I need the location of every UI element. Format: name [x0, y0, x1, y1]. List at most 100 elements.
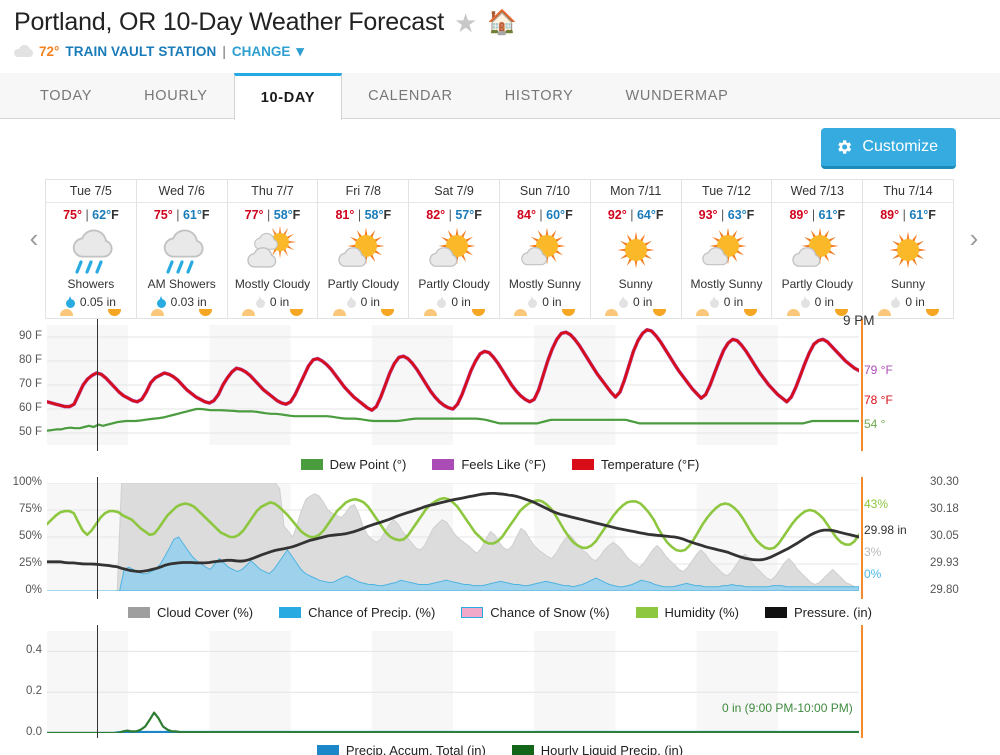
sun-markers	[863, 305, 953, 318]
axis-tick-left: 60 F	[18, 402, 42, 414]
change-station-link[interactable]: CHANGE	[232, 44, 291, 59]
day-low: 61°	[182, 208, 202, 222]
conditions-plot[interactable]	[47, 483, 859, 591]
axis-tick-right: 30.05	[930, 530, 959, 542]
tab-today[interactable]: TODAY	[14, 73, 118, 119]
tab-label: WUNDERMAP	[625, 88, 729, 104]
legend-item[interactable]: Pressure. (in)	[764, 605, 872, 620]
chart-annotation: 43%	[864, 497, 889, 511]
axis-tick-left: 90 F	[18, 330, 42, 342]
day-high: 82°	[426, 208, 446, 222]
toolbar: Customize	[0, 119, 1000, 179]
sunset-icon	[562, 309, 576, 316]
forecast-day-card[interactable]: Tue 7/12 93° | 63°F Mostly Sunny 0 in	[681, 180, 773, 318]
axis-tick-left: 70 F	[18, 378, 42, 390]
hover-cursor-line	[97, 319, 98, 451]
sunset-icon	[471, 309, 485, 316]
charts-area: 50 F 60 F 70 F 80 F 90 F 79 °F 78 °F 54 ° Dew …	[0, 319, 1000, 755]
chevron-down-icon[interactable]: ▾	[296, 42, 304, 60]
day-condition: AM Showers	[147, 277, 216, 291]
sun-markers	[137, 305, 227, 318]
day-high: 81°	[335, 208, 355, 222]
forecast-day-card[interactable]: Thu 7/14 89° | 61°F Sunny 0 in	[863, 180, 953, 318]
axis-tick-left: 80 F	[18, 354, 42, 366]
legend-item[interactable]: Precip. Accum. Total (in)	[316, 743, 486, 755]
day-name: Tue 7/5	[46, 180, 136, 203]
station-bar: 72° TRAIN VAULT STATION | CHANGE ▾	[14, 42, 1000, 60]
tab-label: HISTORY	[504, 88, 574, 104]
chart-annotation: 29.98 in	[864, 523, 907, 537]
axis-tick-left: 75%	[18, 503, 42, 515]
station-name[interactable]: TRAIN VAULT STATION	[65, 44, 216, 59]
day-name: Wed 7/6	[136, 180, 227, 203]
tab-10-day[interactable]: 10-DAY	[233, 73, 343, 120]
day-temperatures: 93° | 63°F	[698, 208, 755, 222]
sun-markers	[46, 305, 136, 318]
tab-label: CALENDAR	[368, 88, 453, 104]
sunrise-icon	[151, 309, 165, 316]
axis-tick-right: 30.18	[930, 503, 959, 515]
legend-item[interactable]: Feels Like (°F)	[432, 457, 546, 472]
customize-button[interactable]: Customize	[821, 128, 956, 169]
temp-unit: F	[474, 208, 482, 222]
legend-item[interactable]: Chance of Snow (%)	[461, 605, 610, 620]
tab-label: TODAY	[40, 88, 93, 104]
partly-cloudy-icon	[424, 224, 484, 276]
tab-calendar[interactable]: CALENDAR	[342, 73, 479, 119]
sunset-icon	[380, 309, 394, 316]
tab-history[interactable]: HISTORY	[479, 73, 600, 119]
legend-swatch	[635, 606, 658, 618]
legend-item[interactable]: Dew Point (°)	[300, 456, 407, 472]
sunny-icon	[606, 224, 666, 276]
temp-unit: F	[292, 208, 301, 222]
axis-tick-left: 25%	[18, 557, 42, 569]
hover-cursor-line	[97, 625, 98, 738]
temp-unit: F	[837, 208, 846, 222]
legend-swatch	[764, 606, 787, 618]
forecast-day-card[interactable]: Mon 7/11 92° | 64°F Sunny 0 in	[590, 180, 682, 318]
mostly-cloudy-icon	[242, 224, 302, 276]
legend-item[interactable]: Cloud Cover (%)	[128, 605, 253, 620]
axis-tick-right: 29.93	[930, 557, 959, 569]
tab-wundermap[interactable]: WUNDERMAP	[600, 73, 755, 119]
temperature-plot[interactable]	[47, 325, 859, 445]
forecast-day-card[interactable]: Sat 7/9 82° | 57°F Partly Cloudy 0 in	[409, 180, 500, 318]
next-days-arrow[interactable]: ›	[962, 223, 986, 254]
legend-swatch	[128, 606, 151, 618]
sunset-icon	[925, 309, 939, 316]
precipitation-plot[interactable]	[47, 631, 859, 733]
nav-tabs: TODAY HOURLY 10-DAY CALENDAR HISTORY WUNDERMA…	[0, 73, 1000, 120]
day-condition: Partly Cloudy	[418, 277, 490, 291]
day-low: 58°	[364, 208, 384, 222]
sunrise-icon	[332, 309, 346, 316]
axis-tick-right: 30.30	[930, 476, 959, 488]
forecast-day-card[interactable]: Thu 7/7 77° | 58°F Mostly Cloudy 0 in	[227, 180, 319, 318]
legend-label: Humidity (%)	[664, 604, 739, 620]
sunrise-icon	[514, 309, 528, 316]
conditions-chart: 0% 25% 50% 75% 100% 29.80 29.93 30.05 30.18 30.30…	[0, 476, 1000, 599]
forecast-day-card[interactable]: Sun 7/10 84° | 60°F Mostly Sunny 0 in	[499, 180, 591, 318]
home-icon[interactable]: 🏠	[487, 10, 517, 35]
partly-cloudy-icon	[787, 224, 847, 276]
star-icon[interactable]: ★	[454, 10, 477, 36]
forecast-day-card[interactable]: Tue 7/5 75° | 62°F Showers 0.05 in	[46, 180, 137, 318]
tab-hourly[interactable]: HOURLY	[118, 73, 234, 119]
forecast-day-card[interactable]: Wed 7/13 89° | 61°F Partly Cloudy 0 in	[772, 180, 864, 318]
legend-label: Dew Point (°)	[329, 456, 407, 472]
day-temperatures: 77° | 58°F	[244, 208, 301, 222]
sun-markers	[318, 305, 408, 318]
day-temperatures: 82° | 57°F	[426, 208, 482, 222]
day-high: 75°	[153, 208, 173, 222]
legend-item[interactable]: Hourly Liquid Precip. (in)	[511, 743, 683, 755]
prev-days-arrow[interactable]: ‹	[22, 223, 46, 254]
legend-label: Temperature (°F)	[601, 456, 700, 472]
forecast-day-card[interactable]: Wed 7/6 75° | 61°F AM Showers 0.03 in	[136, 180, 228, 318]
day-condition: Sunny	[618, 277, 653, 291]
legend-item[interactable]: Chance of Precip. (%)	[279, 605, 435, 620]
day-temperatures: 81° | 58°F	[335, 208, 392, 222]
legend-item[interactable]: Temperature (°F)	[572, 457, 699, 472]
forecast-day-card[interactable]: Fri 7/8 81° | 58°F Partly Cloudy 0 in	[318, 180, 410, 318]
legend-item[interactable]: Humidity (%)	[635, 604, 739, 620]
sunset-icon	[290, 309, 304, 316]
sun-markers	[409, 305, 499, 318]
